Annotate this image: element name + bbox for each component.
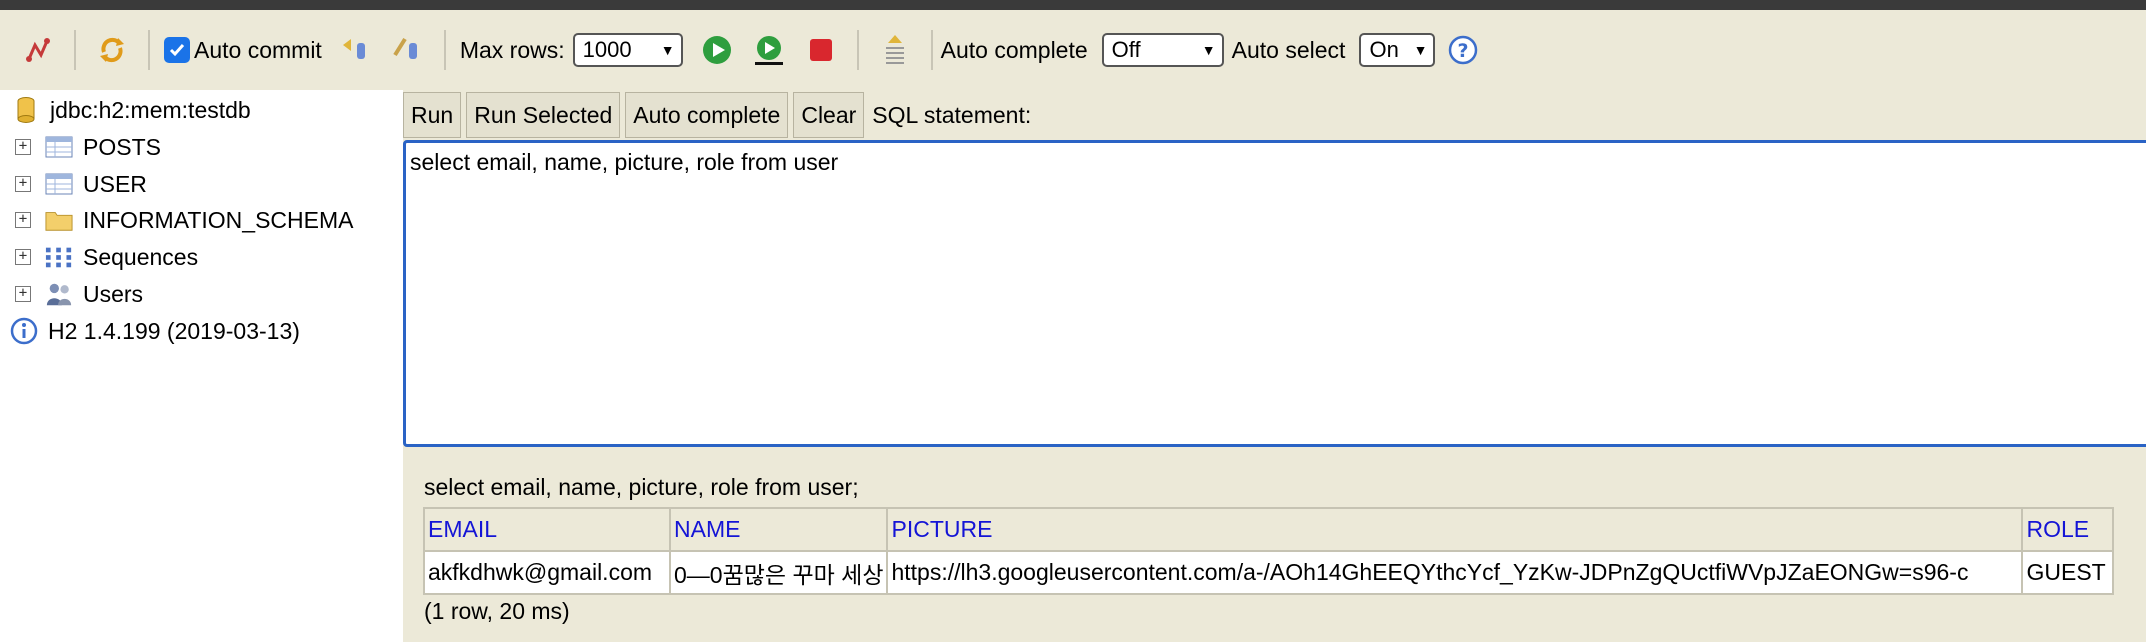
sequences-icon [45,243,73,271]
table-icon [45,133,73,161]
column-header-picture[interactable]: PICTURE [886,507,2024,552]
refresh-icon[interactable] [92,30,132,70]
users-icon [45,280,73,308]
sql-statement-label: SQL statement: [872,101,1032,128]
folder-icon [45,206,73,234]
max-rows-select[interactable]: 1000 ▼ [572,33,683,67]
window-top-strip [0,0,2146,10]
svg-text:?: ? [1458,40,1469,62]
help-icon[interactable]: ? [1443,30,1483,70]
auto-complete-select[interactable]: Off ▼ [1101,33,1224,67]
expand-icon[interactable]: + [15,176,31,192]
query-panel: Run Run Selected Auto complete Clear SQL… [403,90,2146,642]
info-icon [10,317,38,345]
disconnect-icon[interactable] [18,30,58,70]
tree-item-label: Users [83,280,144,307]
cell-name: 0—0꿈많은 꾸마 세상 [668,550,889,595]
column-header-role[interactable]: ROLE [2021,507,2115,552]
database-icon [12,96,40,124]
version-text: H2 1.4.199 (2019-03-13) [48,317,300,344]
toolbar-separator [148,30,150,70]
auto-select-select[interactable]: On ▼ [1359,33,1436,67]
auto-complete-label: Auto complete [940,36,1088,63]
rollback-icon[interactable] [336,30,376,70]
expand-icon[interactable]: + [15,139,31,155]
tree-connection[interactable]: jdbc:h2:mem:testdb [0,92,251,128]
max-rows-label: Max rows: [459,36,565,63]
chevron-down-icon: ▼ [1201,42,1216,58]
column-header-name[interactable]: NAME [668,507,889,552]
query-button-bar: Run Run Selected Auto complete Clear SQL… [403,90,1031,140]
commit-icon[interactable] [388,30,428,70]
toolbar: Auto commit Max rows: 1000 ▼ Auto comple… [0,10,2146,90]
cell-role: GUEST [2021,550,2115,595]
history-icon[interactable] [875,30,915,70]
max-rows-value: 1000 [582,37,632,62]
tree-item-user[interactable]: + USER [0,166,147,202]
toolbar-separator [930,30,933,70]
expand-icon[interactable]: + [15,212,31,228]
run-button[interactable]: Run [403,92,462,138]
sql-editor[interactable]: select email, name, picture, role from u… [403,140,2146,447]
toolbar-separator [856,30,859,70]
chevron-down-icon: ▼ [660,42,675,58]
cell-picture: https://lh3.googleusercontent.com/a-/AOh… [886,550,2024,595]
stop-icon[interactable] [801,30,841,70]
auto-commit-label: Auto commit [194,36,322,63]
table-row: akfkdhwk@gmail.com 0—0꿈많은 꾸마 세상 https://… [423,550,2115,595]
toolbar-separator [74,30,76,70]
tree-item-information-schema[interactable]: + INFORMATION_SCHEMA [0,202,353,238]
run-icon[interactable] [697,30,737,70]
tree-item-label: USER [83,170,147,197]
table-icon [45,170,73,198]
schema-tree: jdbc:h2:mem:testdb + POSTS + USER + INFO… [0,90,400,642]
toolbar-separator [443,30,446,70]
result-summary: (1 row, 20 ms) [424,598,570,624]
result-statement: select email, name, picture, role from u… [424,474,859,500]
cell-email: akfkdhwk@gmail.com [423,550,671,595]
tree-item-label: INFORMATION_SCHEMA [83,206,354,233]
connection-url: jdbc:h2:mem:testdb [50,96,251,123]
auto-select-value: On [1369,37,1399,62]
tree-item-posts[interactable]: + POSTS [0,129,161,165]
run-selected-button[interactable]: Run Selected [466,92,621,138]
auto-commit-checkbox[interactable] [164,37,190,63]
auto-complete-value: Off [1111,37,1141,62]
tree-item-users[interactable]: + Users [0,276,143,312]
tree-item-sequences[interactable]: + Sequences [0,239,198,275]
chevron-down-icon: ▼ [1413,42,1428,58]
tree-version: H2 1.4.199 (2019-03-13) [0,313,300,349]
auto-complete-button[interactable]: Auto complete [625,92,789,138]
column-header-email[interactable]: EMAIL [423,507,671,552]
expand-icon[interactable]: + [15,249,31,265]
run-selected-icon[interactable] [749,30,789,70]
table-header-row: EMAIL NAME PICTURE ROLE [423,507,2115,552]
clear-button[interactable]: Clear [793,92,865,138]
auto-select-label: Auto select [1231,36,1346,63]
tree-item-label: POSTS [83,133,161,160]
tree-item-label: Sequences [83,243,199,270]
result-table: EMAIL NAME PICTURE ROLE akfkdhwk@gmail.c… [423,507,2115,595]
expand-icon[interactable]: + [15,286,31,302]
